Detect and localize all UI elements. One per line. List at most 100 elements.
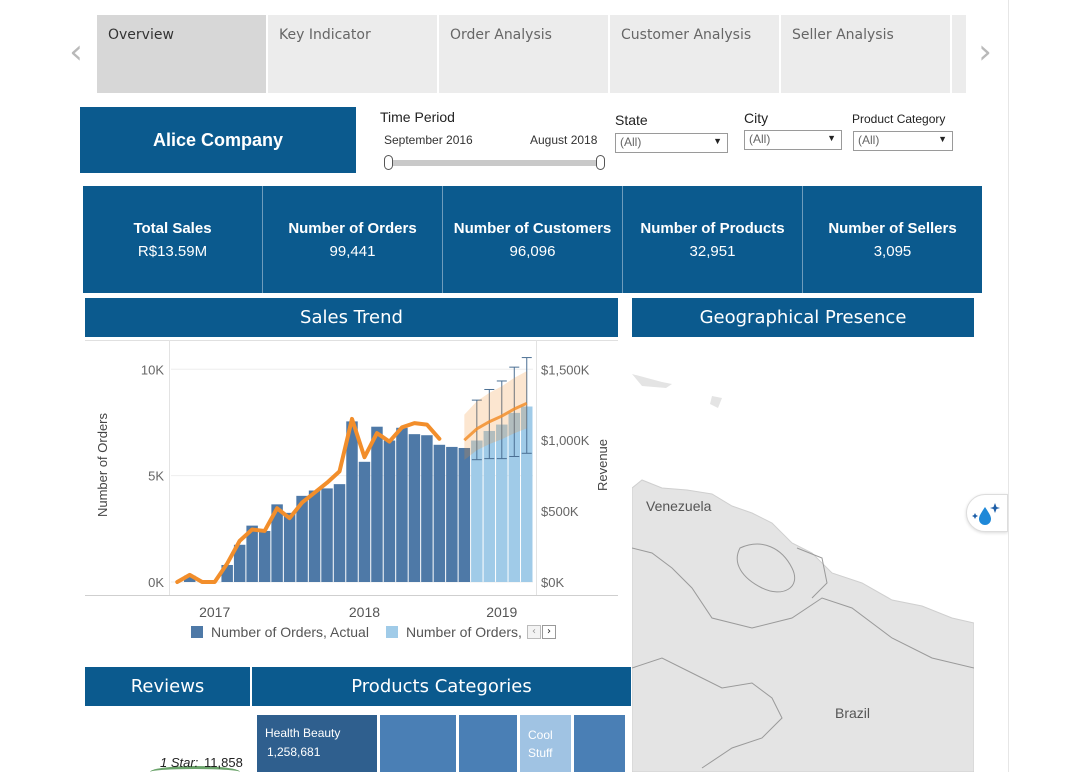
product-category-select[interactable]: (All) ▼	[853, 131, 953, 151]
reviews-header: Reviews	[85, 667, 250, 706]
slider-end-handle[interactable]	[596, 155, 605, 170]
y2-tick-label: $500K	[541, 504, 579, 519]
bar-actual	[346, 421, 358, 582]
kpi-customers: Number of Customers 96,096	[443, 186, 623, 293]
map-shapes	[632, 338, 974, 772]
sales-trend-header: Sales Trend	[85, 298, 618, 337]
x-tick-label: 2017	[199, 604, 230, 620]
kpi-orders: Number of Orders 99,441	[263, 186, 443, 293]
tab-more[interactable]	[952, 15, 966, 93]
y-tick-label: 0K	[148, 575, 164, 590]
y2-tick-label: $1,000K	[541, 433, 590, 448]
tab-order-analysis[interactable]: Order Analysis	[439, 15, 608, 93]
products-header: Products Categories	[252, 667, 631, 706]
kpi-title: Number of Customers	[453, 220, 612, 237]
y-tick-label: 10K	[141, 362, 164, 377]
time-period-end: August 2018	[530, 133, 598, 147]
bar-actual	[408, 434, 421, 582]
time-period-slider[interactable]	[389, 160, 602, 166]
chevron-down-icon: ▼	[713, 136, 722, 146]
legend-swatch-forecast	[386, 626, 398, 638]
reviews-star-value: 11,858	[204, 755, 243, 770]
y2-tick-label: $1,500K	[541, 362, 590, 377]
time-period-label: Time Period	[380, 109, 455, 125]
bar-actual	[321, 488, 333, 582]
product-category-label: Product Category	[852, 112, 946, 126]
kpi-total-sales: Total Sales R$13.59M	[83, 186, 263, 293]
kpi-value: 32,951	[689, 243, 736, 260]
tab-overview[interactable]: Overview	[97, 15, 266, 93]
dashboard: ‹ Overview Key Indicator Order Analysis …	[0, 0, 1090, 772]
kpi-value: 3,095	[873, 243, 912, 260]
legend-swatch-actual	[191, 626, 203, 638]
state-select[interactable]: (All) ▼	[615, 133, 728, 153]
kpi-value: R$13.59M	[137, 243, 208, 260]
kpi-value: 96,096	[509, 243, 556, 260]
city-label: City	[744, 110, 769, 126]
sparkle-drop-icon	[972, 503, 1000, 525]
kpi-title: Total Sales	[133, 220, 212, 237]
city-value: (All)	[749, 132, 771, 146]
treemap-cell[interactable]	[574, 715, 627, 772]
chevron-down-icon: ▼	[827, 133, 836, 143]
tab-scroll-left-icon[interactable]: ‹	[66, 34, 86, 74]
bar-actual	[458, 447, 471, 582]
y2-tick-label: $0K	[541, 575, 564, 590]
sales-trend-chart[interactable]: 0K 5K 10K $0K $500K $1,000K $1,500K 2017 2018 201…	[85, 340, 625, 650]
tab-scroll-right-icon[interactable]: ›	[975, 34, 995, 74]
geo-presence-header: Geographical Presence	[632, 298, 974, 337]
tab-bar: Overview Key Indicator Order Analysis Cu…	[97, 15, 966, 93]
legend-prev-icon[interactable]: ‹	[527, 625, 541, 639]
bar-actual	[383, 440, 396, 582]
y2-axis-title: Revenue	[595, 439, 610, 491]
bar-actual	[258, 530, 271, 582]
bar-actual	[283, 512, 296, 582]
city-select[interactable]: (All) ▼	[744, 130, 842, 150]
legend-next-icon[interactable]: ›	[542, 625, 556, 639]
x-tick-label: 2018	[349, 604, 380, 620]
tab-key-indicator[interactable]: Key Indicator	[268, 15, 437, 93]
bar-actual	[308, 490, 321, 582]
assistant-button[interactable]	[966, 494, 1008, 532]
map-label-venezuela: Venezuela	[646, 498, 712, 514]
bar-actual	[333, 484, 346, 582]
kpi-row: Total Sales R$13.59M Number of Orders 99…	[83, 186, 982, 293]
y-axis-title: Number of Orders	[95, 412, 110, 517]
bar-actual	[371, 426, 383, 582]
product-category-value: (All)	[858, 133, 880, 147]
kpi-title: Number of Orders	[288, 220, 417, 237]
state-label: State	[615, 112, 648, 128]
treemap-label: Health Beauty	[265, 726, 341, 740]
bar-actual	[358, 461, 371, 582]
kpi-value: 99,441	[329, 243, 376, 260]
tab-customer-analysis[interactable]: Customer Analysis	[610, 15, 779, 93]
state-value: (All)	[620, 135, 642, 149]
treemap-cell[interactable]: Cool Stuff	[520, 715, 573, 772]
y-tick-label: 5K	[148, 469, 164, 484]
reviews-star-label: 1 Star:	[160, 755, 199, 770]
geo-map[interactable]: Venezuela Brazil	[632, 338, 974, 772]
treemap-cell[interactable]	[459, 715, 519, 772]
map-label-brazil: Brazil	[835, 705, 871, 721]
bar-actual	[433, 444, 446, 582]
treemap-cell[interactable]	[380, 715, 458, 772]
kpi-sellers: Number of Sellers 3,095	[803, 186, 982, 293]
legend-label-forecast[interactable]: Number of Orders,	[406, 624, 522, 640]
bar-actual	[396, 427, 408, 582]
bar-forecast	[471, 440, 483, 582]
slider-start-handle[interactable]	[384, 155, 393, 170]
tab-seller-analysis[interactable]: Seller Analysis	[781, 15, 950, 93]
legend-label-actual[interactable]: Number of Orders, Actual	[211, 624, 369, 640]
x-tick-label: 2019	[486, 604, 517, 620]
kpi-products: Number of Products 32,951	[623, 186, 803, 293]
chevron-down-icon: ▼	[938, 134, 947, 144]
bar-actual	[446, 446, 458, 582]
kpi-title: Number of Products	[640, 220, 785, 237]
right-panel	[1008, 0, 1090, 772]
bar-actual	[421, 435, 433, 582]
treemap-cell[interactable]: Health Beauty 1,258,681	[257, 715, 379, 772]
time-period-start: September 2016	[384, 133, 473, 147]
treemap-value: 1,258,681	[267, 745, 321, 759]
company-title: Alice Company	[80, 107, 356, 173]
treemap-label: Cool Stuff	[528, 728, 553, 760]
